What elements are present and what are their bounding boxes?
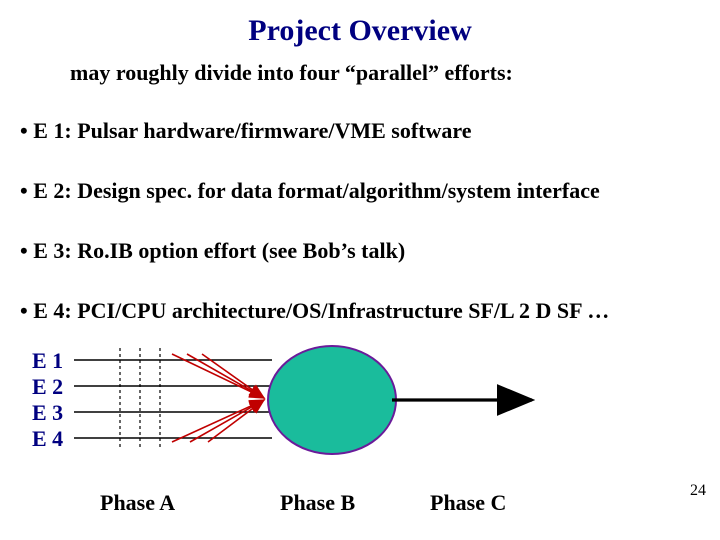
phase-c-label: Phase C	[430, 490, 506, 516]
bullet-e4: • E 4: PCI/CPU architecture/OS/Infrastru…	[20, 298, 609, 324]
bullet-e3: • E 3: Ro.IB option effort (see Bob’s ta…	[20, 238, 405, 264]
bullet-e1: • E 1: Pulsar hardware/firmware/VME soft…	[20, 118, 472, 144]
bullet-e2: • E 2: Design spec. for data format/algo…	[20, 178, 600, 204]
phase-circle	[268, 346, 396, 454]
slide-subtitle: may roughly divide into four “parallel” …	[70, 60, 513, 86]
phase-b-label: Phase B	[280, 490, 355, 516]
slide: Project Overview may roughly divide into…	[0, 0, 720, 540]
slide-title: Project Overview	[0, 14, 720, 48]
phase-a-label: Phase A	[100, 490, 175, 516]
diagram-svg	[32, 348, 592, 498]
page-number: 24	[690, 482, 706, 500]
